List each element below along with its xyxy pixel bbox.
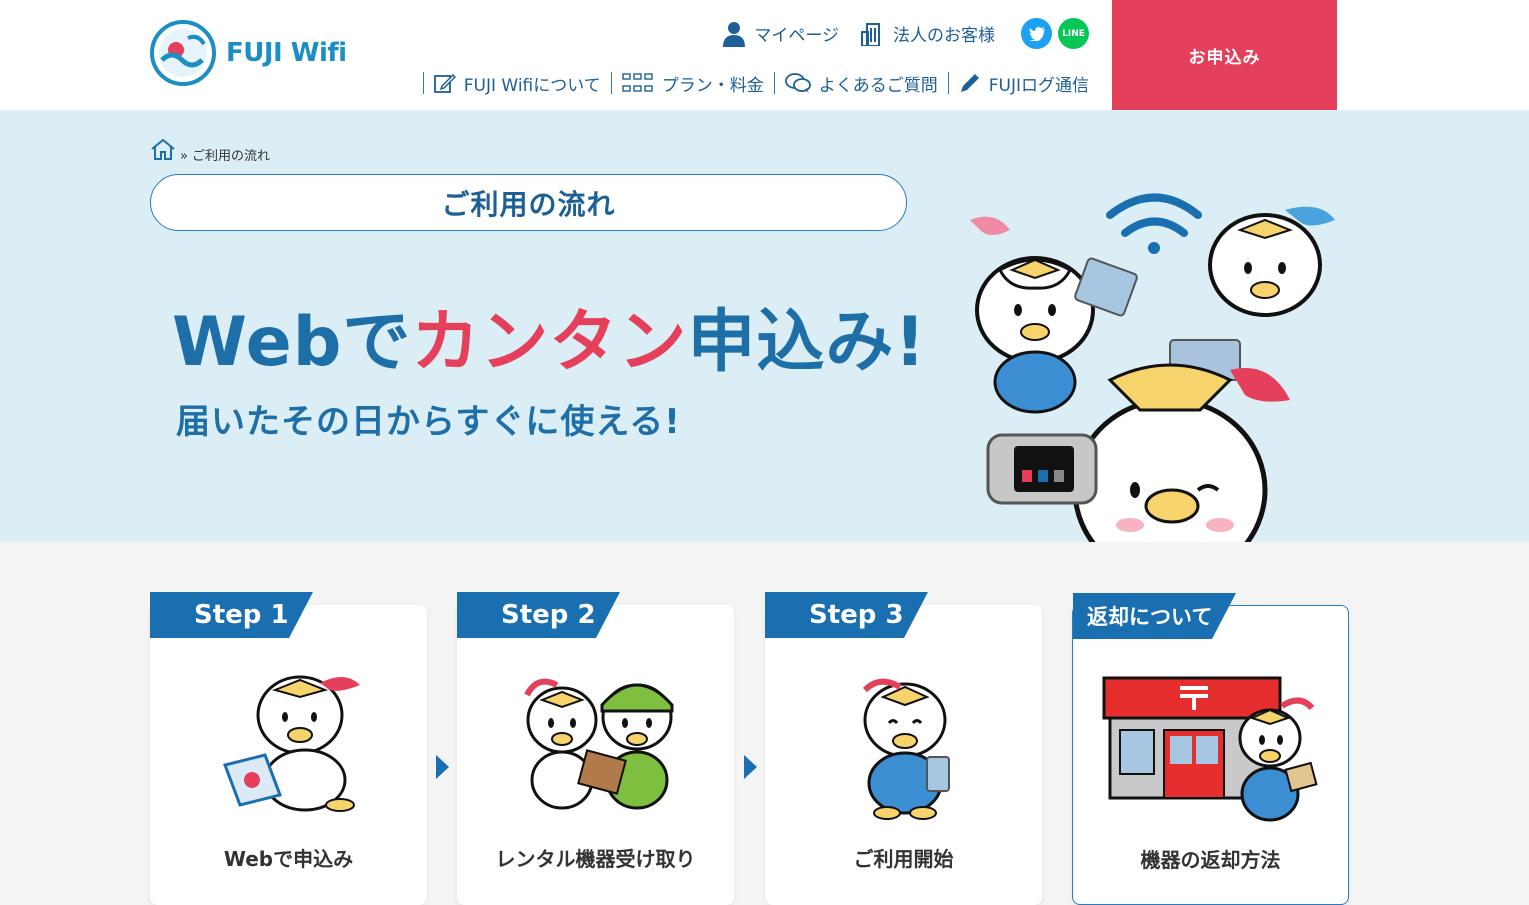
- nav-plans-label: プラン・料金: [661, 75, 764, 96]
- headline-part-1: Webで: [172, 303, 412, 382]
- mascot-delivery-illustration: [524, 678, 674, 810]
- logo-text: FUJI Wifi: [226, 38, 347, 68]
- step-card-2[interactable]: Step 2 レンタル機器受け取り: [457, 592, 734, 905]
- utility-nav: マイページ 法人のお客様 LINE: [722, 18, 1089, 49]
- page-title-box: ご利用の流れ: [150, 174, 907, 231]
- step-arrow-icon: [436, 755, 449, 779]
- chat-icon: [784, 73, 811, 93]
- page-title: ご利用の流れ: [441, 187, 616, 221]
- mypage-label: マイページ: [754, 26, 839, 46]
- home-icon[interactable]: [150, 138, 176, 164]
- grid-icon: [622, 73, 653, 92]
- headline-part-3: 申込み!: [687, 303, 927, 382]
- apply-button[interactable]: お申込み: [1112, 0, 1337, 110]
- mascot-phone-illustration: [862, 678, 950, 820]
- person-icon: [723, 21, 746, 47]
- mypage-link[interactable]: マイページ: [722, 21, 839, 47]
- pen-icon: [960, 74, 979, 92]
- nav-plans[interactable]: プラン・料金: [610, 72, 774, 96]
- hero-headline: Webでカンタン申込み!: [172, 286, 926, 385]
- step-label-1: Webで申込み: [223, 847, 354, 871]
- building-icon: [861, 22, 880, 46]
- mascot-laptop-illustration: [223, 675, 360, 812]
- step-card-1[interactable]: Step 1 Webで申込み: [150, 592, 427, 905]
- main-nav: FUJI Wifiについて プラン・料金 よくあるご質問 FUJIログ通信: [422, 72, 1089, 96]
- logo-mark-icon: [150, 20, 216, 86]
- hero-section: » ご利用の流れ ご利用の流れ Webでカンタン申込み! 届いたその日からすぐに…: [0, 110, 1529, 542]
- nav-about-label: FUJI Wifiについて: [463, 75, 601, 96]
- nav-about[interactable]: FUJI Wifiについて: [422, 72, 611, 96]
- step-tab-3: Step 3: [765, 592, 928, 638]
- corporate-link[interactable]: 法人のお客様: [861, 21, 995, 46]
- corporate-label: 法人のお客様: [893, 26, 995, 46]
- nav-blog-label: FUJIログ通信: [988, 75, 1089, 96]
- step-label-2: レンタル機器受け取り: [495, 847, 696, 871]
- return-tab: 返却について: [1073, 593, 1237, 639]
- social-links: LINE: [1021, 18, 1089, 49]
- headline-part-2: カンタン: [411, 303, 688, 382]
- step-tab-1: Step 1: [150, 592, 313, 638]
- mascot-illustration: [970, 193, 1335, 542]
- site-logo[interactable]: FUJI Wifi: [150, 20, 347, 86]
- edit-icon: [433, 73, 456, 93]
- breadcrumb: » ご利用の流れ: [150, 138, 270, 164]
- twitter-icon[interactable]: [1021, 18, 1052, 49]
- step-arrow-icon: [744, 755, 757, 779]
- hero-subline: 届いたその日からすぐに使える!: [176, 402, 681, 442]
- line-icon[interactable]: LINE: [1058, 18, 1089, 49]
- post-office-illustration: [1102, 676, 1318, 822]
- steps-section: Step 1 Webで申込み Step 2 レンタル機器受け取り Step 3 …: [150, 592, 1350, 905]
- step-label-3: ご利用開始: [853, 847, 954, 871]
- step-tab-2: Step 2: [457, 592, 620, 638]
- breadcrumb-separator: »: [180, 149, 188, 164]
- step-card-3[interactable]: Step 3 ご利用開始: [765, 592, 1042, 905]
- nav-blog[interactable]: FUJIログ通信: [947, 72, 1089, 96]
- site-header: FUJI Wifi マイページ 法人のお客様 LINE FUJI Wifiについ…: [0, 0, 1529, 110]
- return-label: 機器の返却方法: [1140, 848, 1281, 872]
- breadcrumb-current: ご利用の流れ: [191, 149, 270, 164]
- nav-faq[interactable]: よくあるご質問: [773, 72, 948, 96]
- return-card[interactable]: 返却について 機器の返却方法: [1072, 593, 1349, 905]
- nav-faq-label: よくあるご質問: [818, 75, 938, 96]
